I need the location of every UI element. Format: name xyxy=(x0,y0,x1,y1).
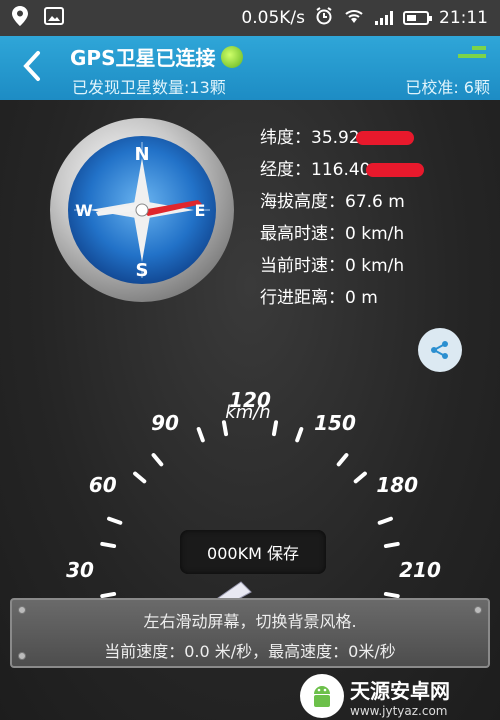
latitude-label: 纬度： xyxy=(260,128,311,148)
battery-icon xyxy=(403,11,432,25)
swipe-hint: 左右滑动屏幕，切换背景风格. xyxy=(143,612,357,631)
latitude-value: 35.92 xyxy=(311,128,360,148)
speed-tick xyxy=(221,420,229,437)
speed-tick xyxy=(196,427,205,443)
altitude-row: 海拔高度：67.6 m xyxy=(260,192,405,212)
calibrated-count: 已校准: 6颗 xyxy=(405,78,490,97)
speed-label: 210 xyxy=(399,558,441,582)
compass: N S W E xyxy=(50,118,234,302)
compass-west-label: W xyxy=(75,201,93,220)
compass-east-label: E xyxy=(195,201,206,220)
watermark-url: www.jytyaz.com xyxy=(350,703,448,718)
signal-icon xyxy=(375,11,393,25)
speed-label: 90 xyxy=(151,411,179,435)
location-icon xyxy=(12,5,28,31)
save-button[interactable]: 000KM 保存 xyxy=(180,530,326,574)
alarm-icon xyxy=(315,6,333,30)
speed-tick xyxy=(377,516,393,525)
page-title: GPS卫星已连接 xyxy=(70,42,244,71)
longitude-label: 经度： xyxy=(260,160,311,180)
compass-south-label: S xyxy=(136,260,149,281)
info-panel[interactable]: 左右滑动屏幕，切换背景风格. 当前速度：0.0 米/秒，最高速度：0米/秒 xyxy=(10,598,490,668)
speed-summary: 当前速度：0.0 米/秒，最高速度：0米/秒 xyxy=(104,642,396,661)
speed-label: 60 xyxy=(89,473,117,497)
latitude-row: 纬度：35.92 xyxy=(260,122,424,154)
chevron-left-icon xyxy=(23,51,40,81)
speed-tick xyxy=(336,453,349,467)
redaction-mark xyxy=(366,163,425,177)
app-header: GPS卫星已连接 已发现卫星数量:13颗 已校准: 6颗 xyxy=(0,36,500,100)
network-speed: 0.05K/s xyxy=(241,8,305,28)
speed-tick xyxy=(133,471,147,484)
distance-row: 行进距离：0 m xyxy=(260,288,378,308)
speed-tick xyxy=(383,591,400,599)
speed-unit: km/h xyxy=(225,402,270,423)
speed-label: 180 xyxy=(376,473,418,497)
speed-tick xyxy=(353,471,367,484)
back-button[interactable] xyxy=(18,46,46,86)
watermark: 天源安卓网 www.jytyaz.com xyxy=(300,672,500,720)
satellites-found: 已发现卫星数量:13颗 xyxy=(72,78,226,97)
speed-tick xyxy=(383,541,400,549)
speedometer-ticks xyxy=(100,420,400,599)
title-text: GPS卫星已连接 xyxy=(70,46,216,70)
redaction-mark xyxy=(355,131,414,145)
status-bar: 0.05K/s 21:11 xyxy=(0,0,500,36)
image-icon xyxy=(44,6,64,30)
watermark-title: 天源安卓网 xyxy=(350,678,450,703)
clock: 21:11 xyxy=(439,8,488,28)
speed-tick xyxy=(271,420,279,437)
longitude-value: 116.40 xyxy=(311,160,371,180)
speed-label: 150 xyxy=(314,411,356,435)
menu-icon[interactable] xyxy=(458,46,486,64)
wifi-icon xyxy=(343,8,365,29)
speed-tick xyxy=(100,541,117,549)
gps-info: 纬度：35.92 经度：116.40 海拔高度：67.6 m 最高时速：0 km… xyxy=(260,122,425,314)
max-speed-row: 最高时速：0 km/h xyxy=(260,224,405,244)
main-panel: N S W E 纬度：35.92 经度：116.40 海拔高度：67.6 m 最… xyxy=(0,100,500,720)
speed-tick xyxy=(151,453,164,467)
satellite-icon xyxy=(221,45,244,68)
current-speed-row: 当前时速：0 km/h xyxy=(260,256,405,276)
speed-tick xyxy=(107,516,123,525)
longitude-row: 经度：116.40 xyxy=(260,154,425,186)
compass-north-label: N xyxy=(134,144,149,165)
speed-tick xyxy=(295,427,304,443)
android-logo-icon xyxy=(300,674,344,718)
compass-pivot xyxy=(135,203,149,217)
speed-tick xyxy=(100,591,117,599)
speed-label: 30 xyxy=(66,558,94,582)
